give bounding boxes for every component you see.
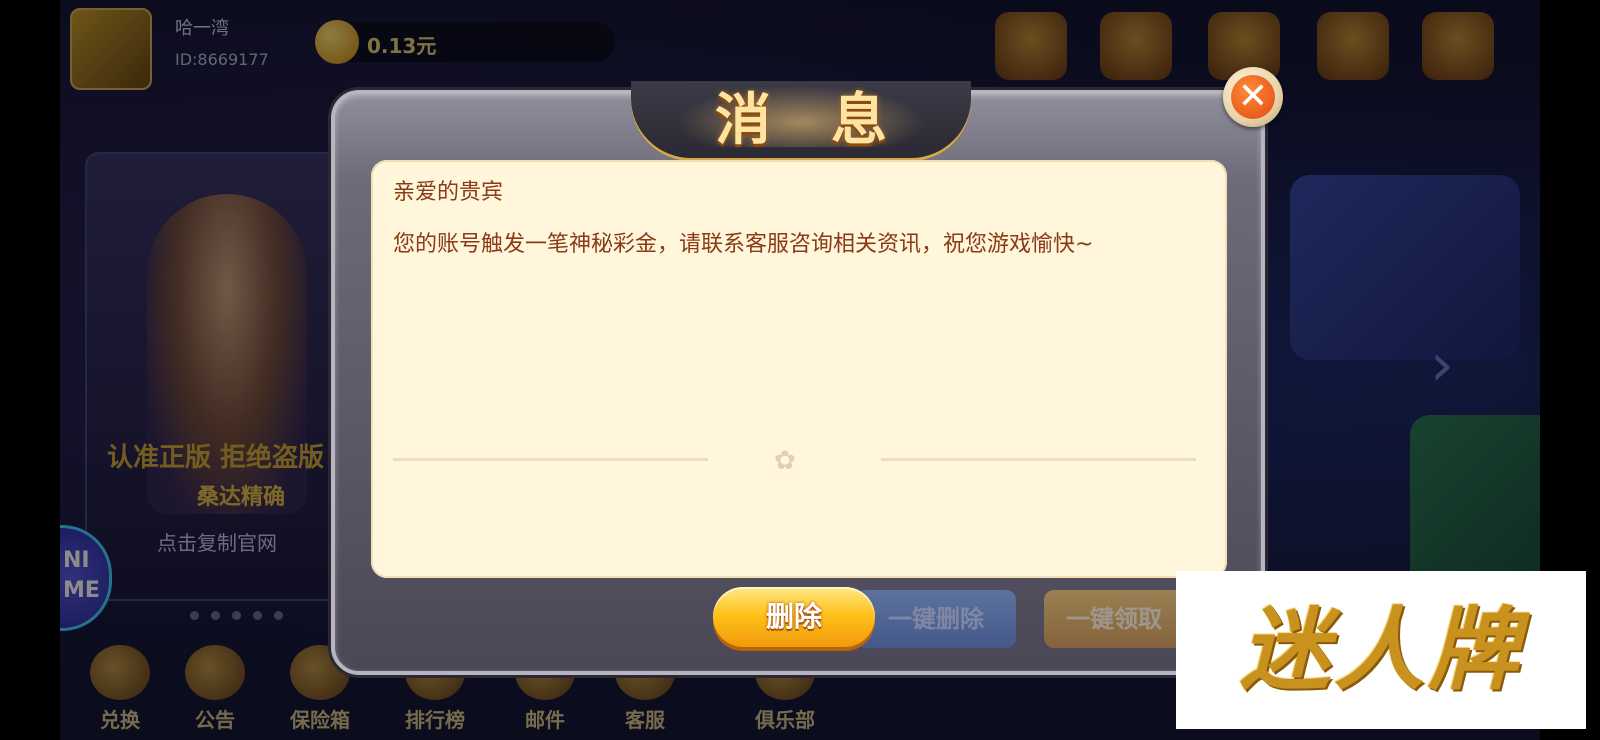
message-greeting: 亲爱的贵宾 xyxy=(393,180,504,205)
dialog-title: 消息 xyxy=(715,87,947,153)
clover-icon: ✿ xyxy=(774,446,796,476)
message-panel: 亲爱的贵宾 您的账号触发一笔神秘彩金，请联系客服咨询相关资讯，祝您游戏愉快~ ✿ xyxy=(371,160,1227,578)
message-body: 您的账号触发一笔神秘彩金，请联系客服咨询相关资讯，祝您游戏愉快~ xyxy=(393,232,1094,257)
delete-button[interactable]: 删除 xyxy=(713,587,875,647)
divider-right xyxy=(881,458,1196,461)
delete-all-button[interactable]: 一键删除 xyxy=(856,590,1016,648)
close-button[interactable]: ✕ xyxy=(1223,67,1283,127)
close-icon: ✕ xyxy=(1231,75,1275,119)
watermark-text: 迷人牌 xyxy=(1240,597,1522,703)
message-dialog: 消息 亲爱的贵宾 您的账号触发一笔神秘彩金，请联系客服咨询相关资讯，祝您游戏愉快… xyxy=(331,81,1265,675)
divider-left xyxy=(393,458,708,461)
watermark-logo: 迷人牌 xyxy=(1176,571,1586,729)
